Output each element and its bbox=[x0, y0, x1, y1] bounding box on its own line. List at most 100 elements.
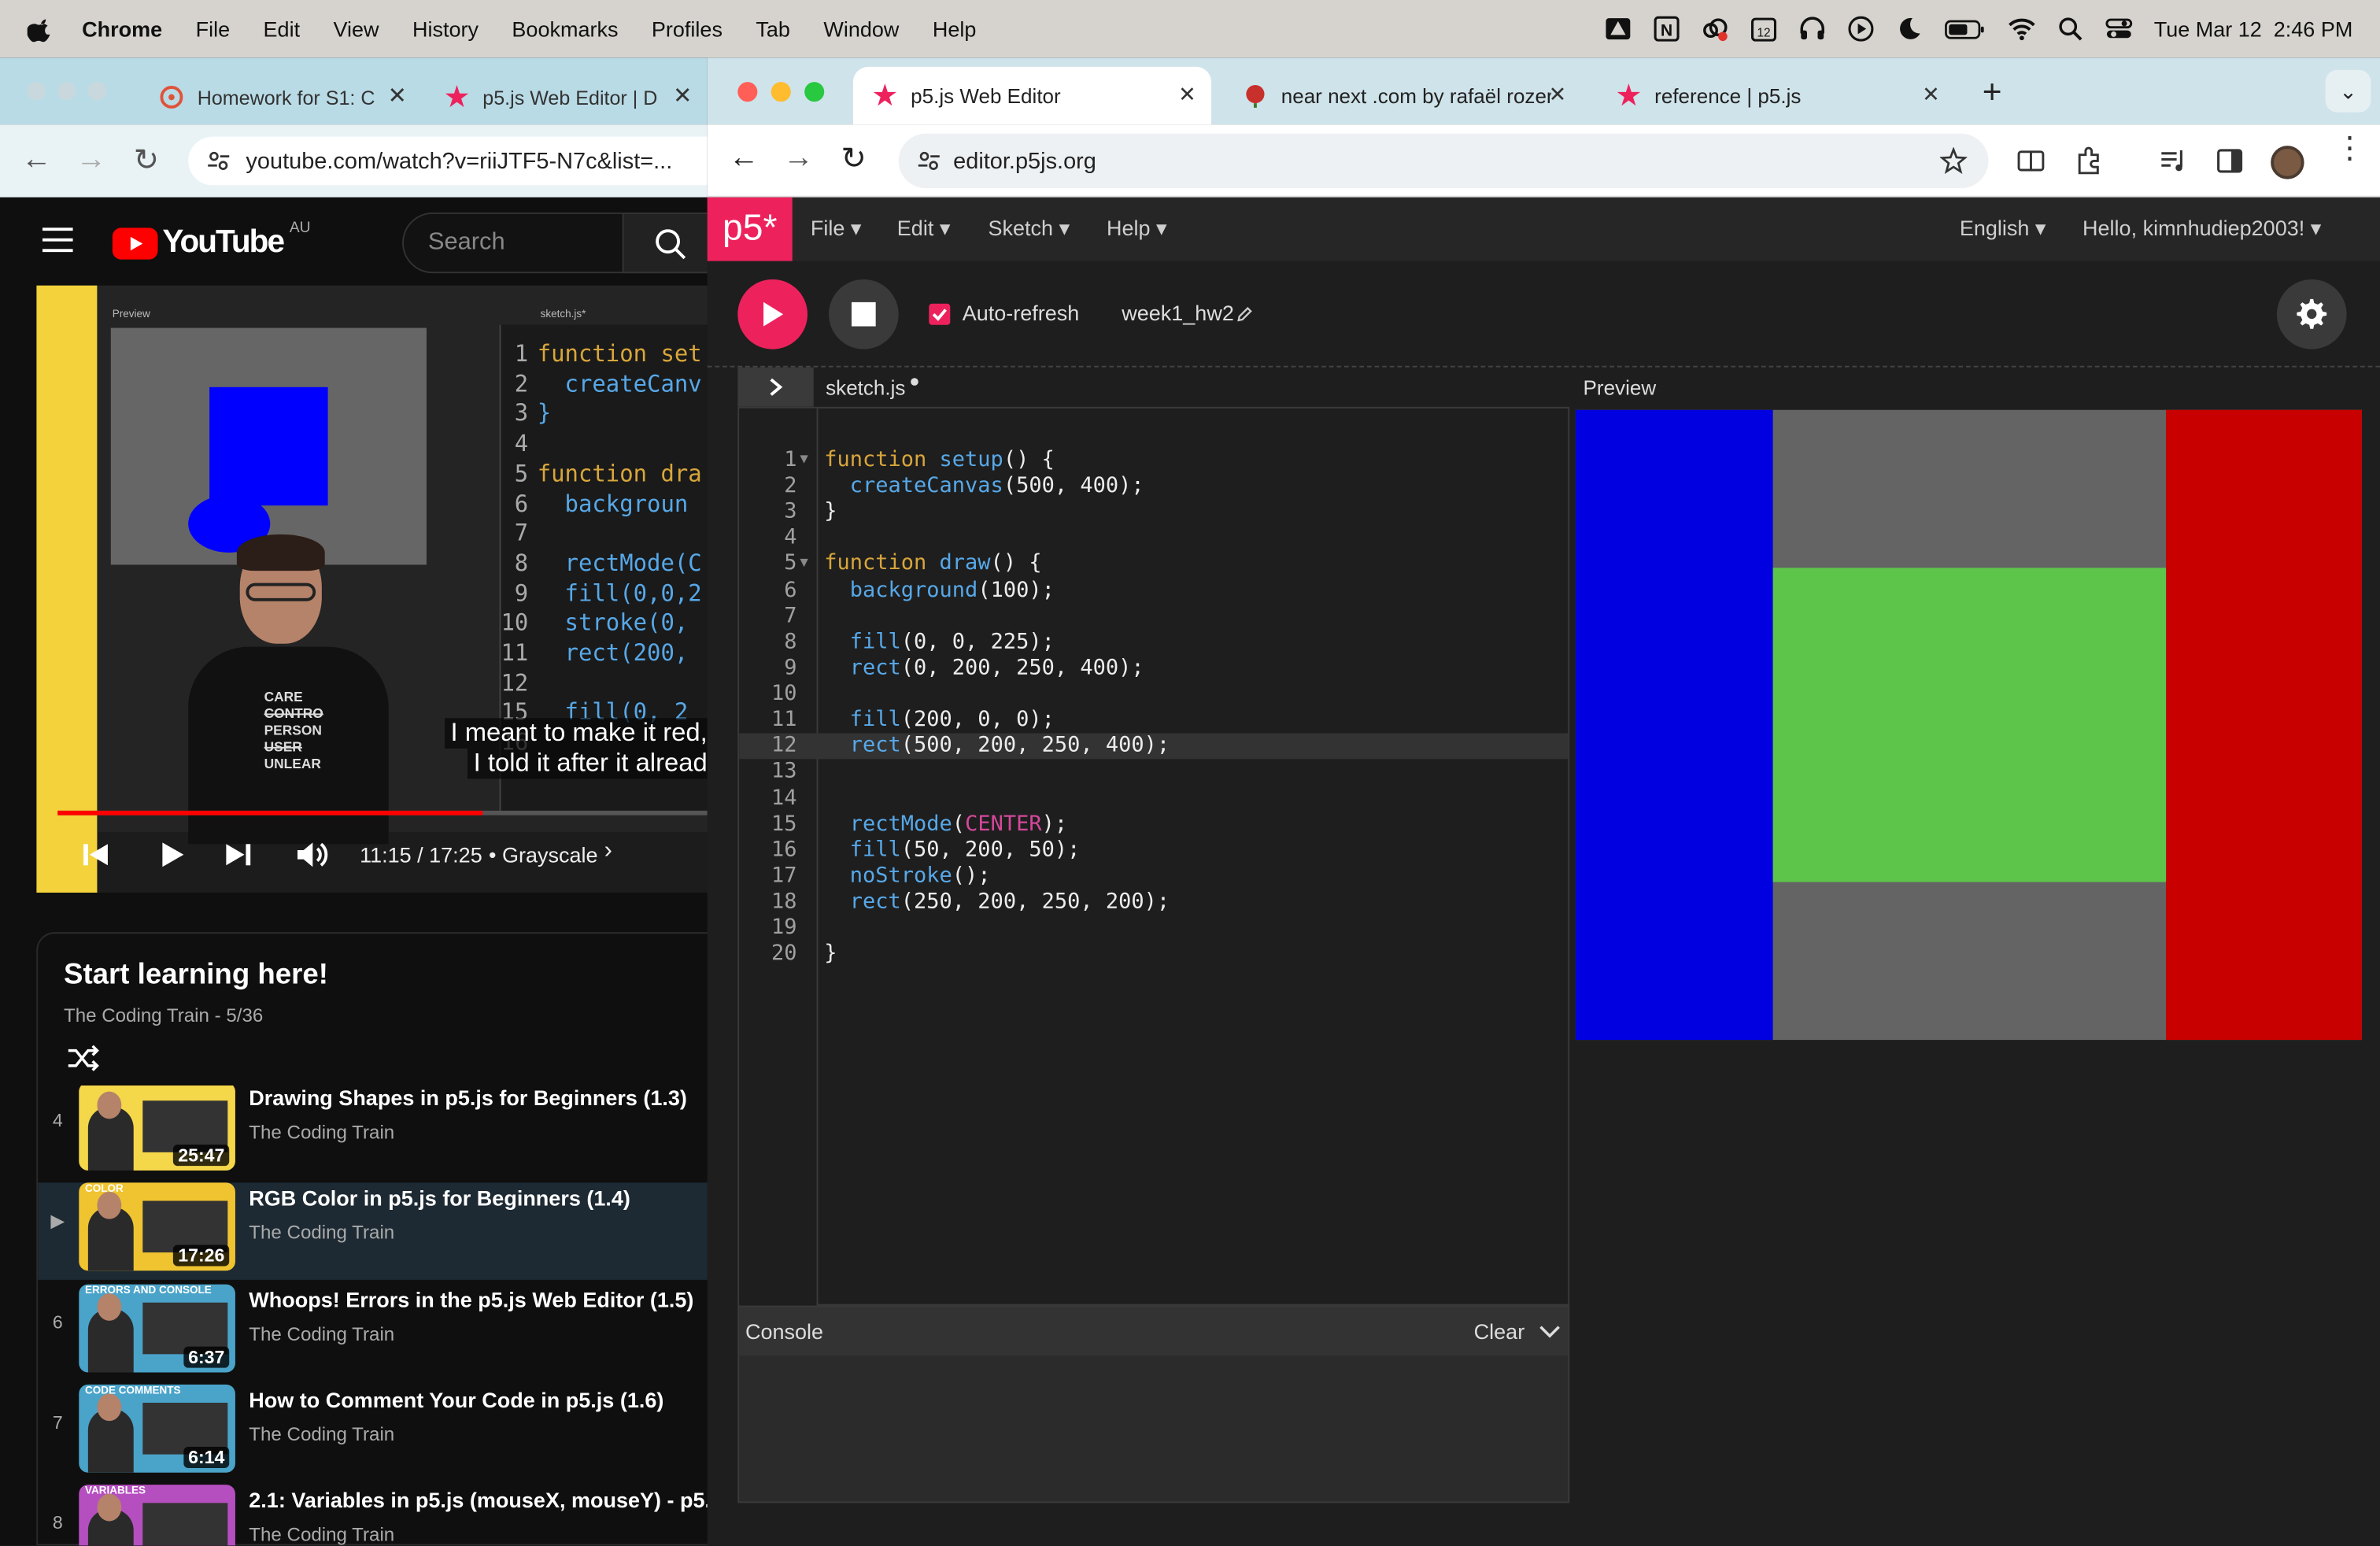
tab-p5-editor[interactable]: p5.js Web Editor ✕ bbox=[852, 66, 1212, 125]
fold-marker-icon[interactable]: ▼ bbox=[800, 448, 808, 474]
code-line[interactable]: 18 rect(250, 200, 250, 200); bbox=[739, 890, 1568, 915]
close-tab-icon[interactable]: ✕ bbox=[673, 82, 692, 109]
media-controls-icon[interactable] bbox=[2158, 146, 2189, 176]
p5-logo[interactable]: p5* bbox=[707, 197, 793, 261]
notion-icon[interactable]: N bbox=[1653, 15, 1680, 43]
more-menu-icon[interactable]: ⋮ bbox=[2334, 134, 2365, 165]
playlist-item[interactable]: ▶ COLOR 17:26 RGB Color in p5.js for Beginn… bbox=[38, 1182, 715, 1281]
close-tab-icon[interactable]: ✕ bbox=[1178, 82, 1196, 108]
hamburger-menu-icon[interactable] bbox=[42, 227, 73, 253]
code-line[interactable]: 10 bbox=[739, 682, 1568, 708]
menubar-item-history[interactable]: History bbox=[412, 17, 479, 41]
console-clear-button[interactable]: Clear bbox=[1474, 1319, 1525, 1344]
close-tab-icon[interactable]: ✕ bbox=[1922, 82, 1940, 108]
menubar-item-edit[interactable]: Edit bbox=[264, 17, 301, 41]
next-icon[interactable] bbox=[222, 838, 255, 871]
code-line[interactable]: 12 rect(500, 200, 250, 400); bbox=[739, 734, 1569, 760]
chevron-down-icon[interactable] bbox=[1538, 1319, 1562, 1344]
code-line[interactable]: 14 bbox=[739, 786, 1568, 812]
reload-icon[interactable]: ↻ bbox=[134, 141, 159, 179]
code-line[interactable]: 16 fill(50, 200, 50); bbox=[739, 838, 1568, 864]
playlist-item[interactable]: 7 CODE COMMENTS 6:14 How to Comment Your Co… bbox=[38, 1384, 715, 1481]
code-line[interactable]: 8 fill(0, 0, 225); bbox=[739, 630, 1568, 656]
menubar-item-window[interactable]: Window bbox=[823, 17, 899, 41]
minimize-window-button[interactable] bbox=[771, 82, 791, 102]
shuffle-icon[interactable] bbox=[67, 1043, 100, 1074]
zoom-window-button[interactable] bbox=[87, 82, 107, 101]
youtube-logo[interactable]: YouTube AU bbox=[112, 220, 311, 261]
video-progress-bar[interactable] bbox=[57, 810, 714, 816]
url-field[interactable]: youtube.com/watch?v=riiJTF5-N7c&list=... bbox=[188, 136, 714, 186]
code-line[interactable]: 19 bbox=[739, 915, 1568, 941]
menubar-item-file[interactable]: File bbox=[196, 17, 231, 41]
minimize-window-button[interactable] bbox=[57, 82, 76, 101]
close-window-button[interactable] bbox=[737, 82, 758, 102]
code-line[interactable]: 5 ▼ function draw() { bbox=[739, 552, 1568, 578]
back-icon[interactable]: ← bbox=[729, 141, 759, 176]
moon-icon[interactable] bbox=[1896, 15, 1924, 43]
forward-icon[interactable]: → bbox=[783, 141, 814, 176]
site-settings-icon[interactable] bbox=[206, 149, 231, 173]
url-field[interactable]: editor.p5js.org bbox=[898, 133, 1989, 189]
play-icon[interactable] bbox=[1847, 15, 1875, 43]
playlist-title[interactable]: Start learning here! bbox=[64, 960, 328, 993]
file-tab-name[interactable]: sketch.js bbox=[826, 376, 905, 399]
volume-icon[interactable] bbox=[294, 838, 331, 871]
menubar-app-name[interactable]: Chrome bbox=[82, 17, 162, 41]
menubar-item-tab[interactable]: Tab bbox=[756, 17, 790, 41]
code-line[interactable]: 2 createCanvas(500, 400); bbox=[739, 474, 1568, 500]
sketch-preview-canvas[interactable] bbox=[1575, 409, 2362, 1041]
code-line[interactable]: 20} bbox=[739, 941, 1568, 967]
fold-marker-icon[interactable]: ▼ bbox=[800, 552, 808, 578]
menubar-item-help[interactable]: Help bbox=[933, 17, 977, 41]
stop-button[interactable] bbox=[829, 279, 899, 350]
profile-avatar[interactable] bbox=[2271, 146, 2304, 179]
sketch-name[interactable]: week1_hw2 bbox=[1122, 301, 1234, 325]
close-tab-icon[interactable]: ✕ bbox=[1549, 82, 1567, 108]
user-menu[interactable]: Hello, kimnhudiep2003! ▾ bbox=[2082, 216, 2321, 242]
drive-icon[interactable] bbox=[1605, 15, 1632, 43]
youtube-search-button[interactable] bbox=[622, 213, 714, 274]
chevron-right-icon[interactable]: › bbox=[604, 838, 612, 866]
close-tab-icon[interactable]: ✕ bbox=[388, 82, 407, 109]
tab-p5-editor-left[interactable]: p5.js Web Editor | D ✕ bbox=[431, 70, 704, 124]
apple-icon[interactable] bbox=[27, 15, 55, 43]
bookmark-star-icon[interactable] bbox=[1939, 147, 1968, 175]
code-line[interactable]: 11 fill(200, 0, 0); bbox=[739, 708, 1568, 734]
previous-icon[interactable] bbox=[79, 838, 112, 871]
close-window-button[interactable] bbox=[27, 82, 46, 101]
control-center-icon[interactable] bbox=[2105, 15, 2133, 43]
pencil-icon[interactable] bbox=[1236, 305, 1254, 324]
playlist-subtitle[interactable]: The Coding Train - 5/36 bbox=[64, 1005, 263, 1026]
code-line[interactable]: 7 bbox=[739, 604, 1568, 630]
new-tab-button[interactable]: + bbox=[1983, 73, 2002, 113]
code-line[interactable]: 6 background(100); bbox=[739, 578, 1568, 604]
forward-icon[interactable]: → bbox=[76, 142, 106, 177]
headphones-icon[interactable] bbox=[1798, 15, 1826, 43]
search-icon[interactable] bbox=[2057, 15, 2084, 43]
menubar-datetime[interactable]: Tue Mar 12 2:46 PM bbox=[2154, 17, 2353, 41]
wifi-icon[interactable] bbox=[2009, 15, 2036, 43]
nav-edit-menu[interactable]: Edit ▾ bbox=[897, 216, 951, 242]
nav-file-menu[interactable]: File ▾ bbox=[811, 216, 862, 242]
menubar-item-view[interactable]: View bbox=[334, 17, 379, 41]
code-line[interactable]: 9 rect(0, 200, 250, 400); bbox=[739, 656, 1568, 682]
language-select[interactable]: English ▾ bbox=[1960, 216, 2046, 242]
settings-button[interactable] bbox=[2276, 279, 2347, 350]
code-line[interactable]: 13 bbox=[739, 760, 1568, 786]
tab-search-button[interactable]: ⌄ bbox=[2325, 69, 2371, 113]
play-button[interactable] bbox=[737, 279, 808, 350]
reload-icon[interactable]: ↻ bbox=[841, 139, 866, 177]
menubar-item-profiles[interactable]: Profiles bbox=[652, 17, 722, 41]
playlist-item[interactable]: 8 VARIABLES10:41 2.1: Variables in p5.js (… bbox=[38, 1485, 715, 1546]
nav-help-menu[interactable]: Help ▾ bbox=[1107, 216, 1167, 242]
site-settings-icon[interactable] bbox=[917, 149, 941, 173]
tab-homework[interactable]: Homework for S1: C ✕ bbox=[146, 70, 419, 124]
code-line[interactable]: 4 bbox=[739, 526, 1568, 552]
zoom-window-button[interactable] bbox=[804, 82, 825, 102]
back-icon[interactable]: ← bbox=[21, 142, 52, 177]
calendar-icon[interactable]: 12 bbox=[1750, 15, 1778, 43]
nav-sketch-menu[interactable]: Sketch ▾ bbox=[989, 216, 1070, 242]
side-panel-icon[interactable] bbox=[2215, 146, 2245, 176]
menubar-item-bookmarks[interactable]: Bookmarks bbox=[512, 17, 618, 41]
